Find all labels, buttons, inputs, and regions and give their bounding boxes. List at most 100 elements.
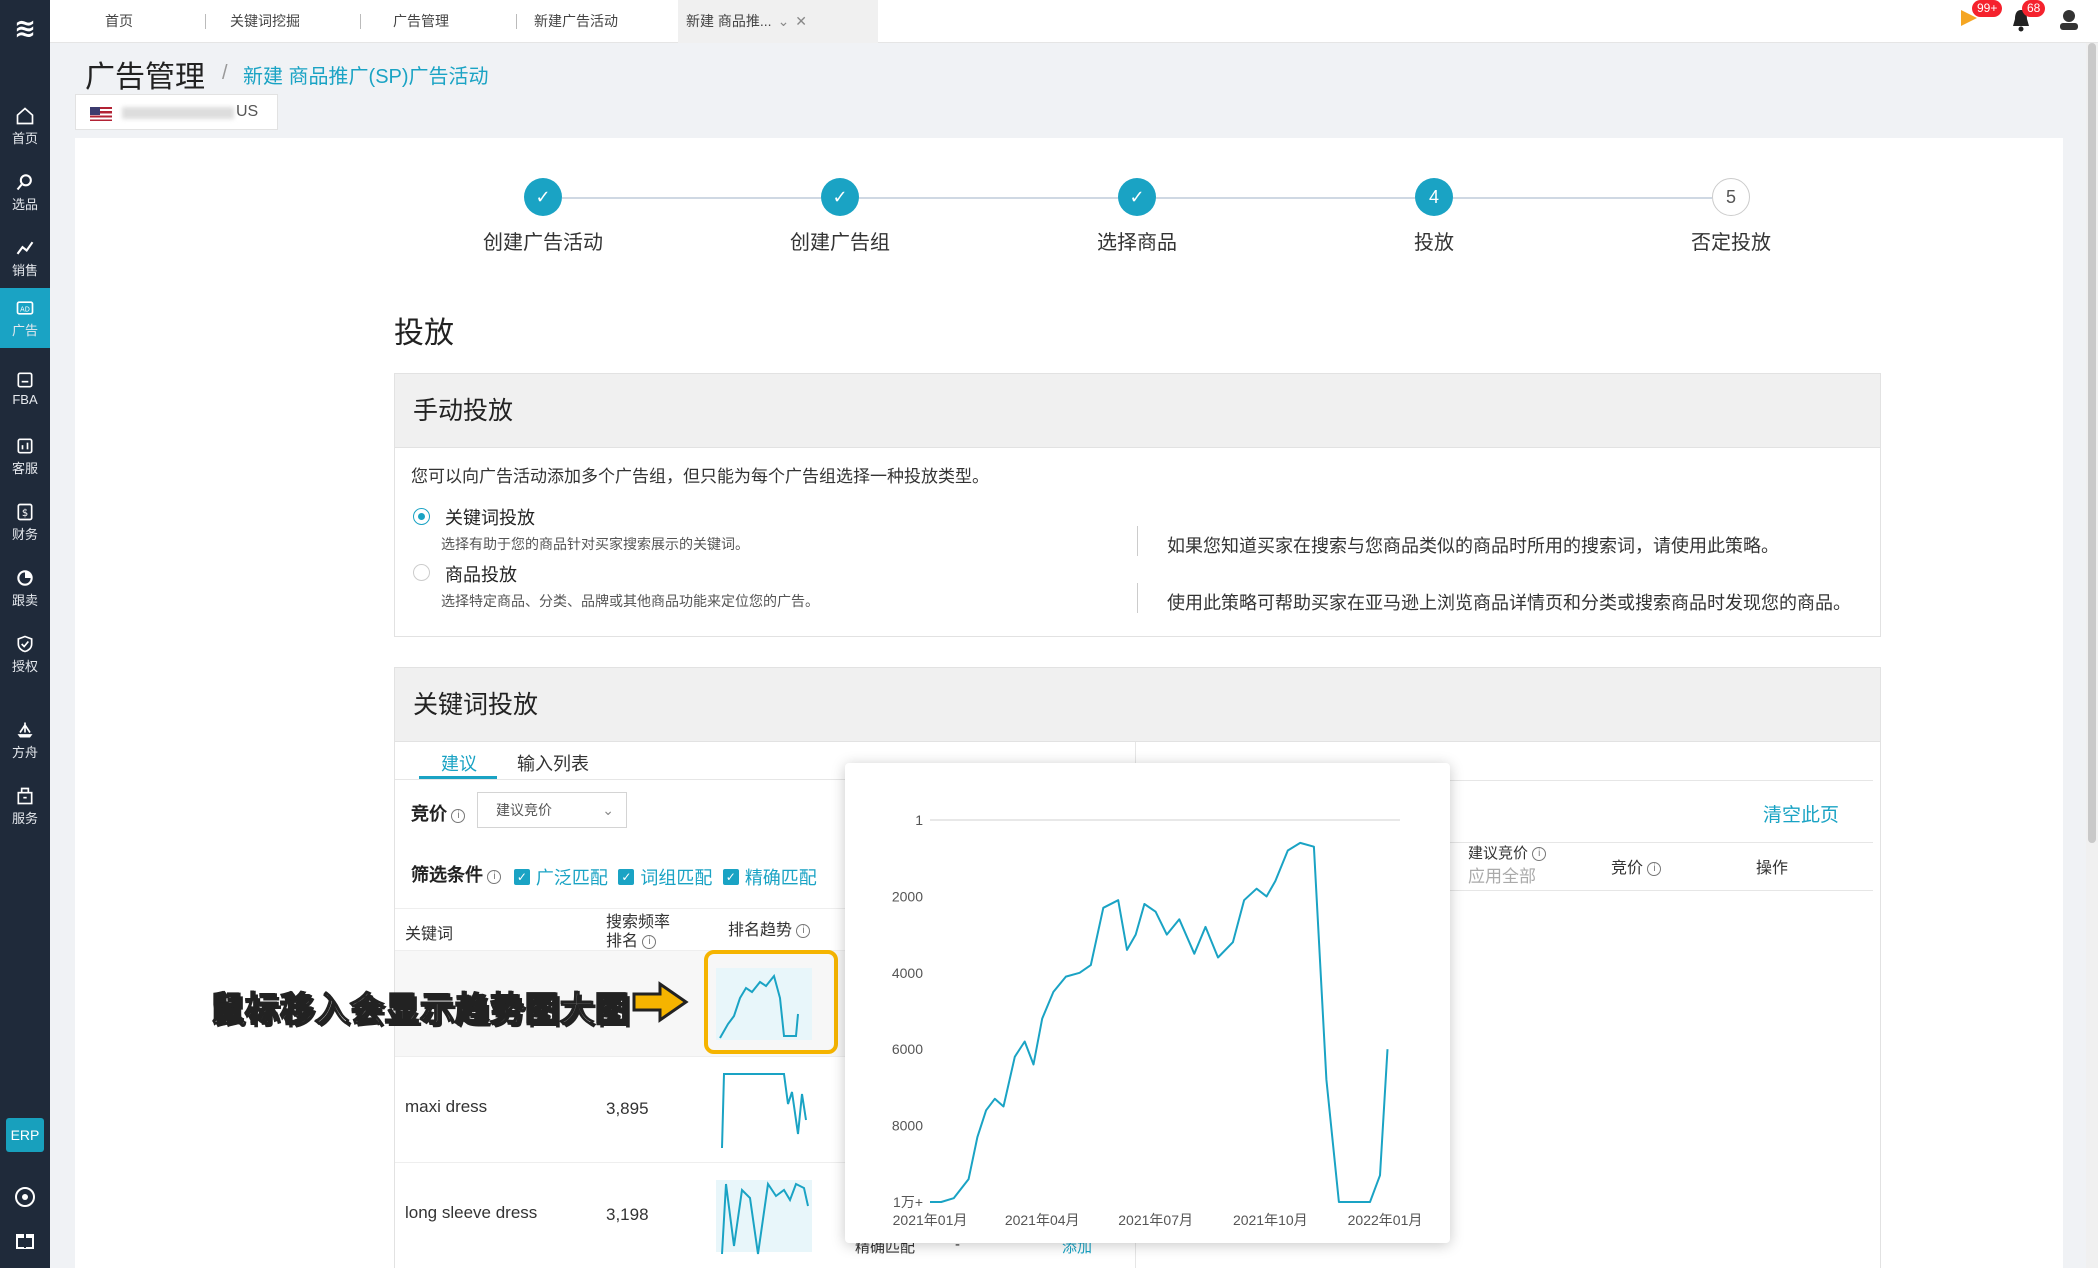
product-targeting-label[interactable]: 商品投放 — [445, 561, 517, 587]
filter-row: 筛选条件 i ✓ 广泛匹配 ✓ 词组匹配 ✓ 精确匹配 — [411, 861, 823, 890]
step-5-circle: 5 — [1712, 178, 1750, 216]
sidebar-item-label: 首页 — [11, 131, 38, 146]
info-icon[interactable]: i — [451, 808, 466, 823]
sidebar-item-label: 客服 — [11, 461, 38, 476]
y-tick-label: 1 — [915, 812, 923, 828]
exact-match-checkbox[interactable]: ✓ — [722, 868, 739, 885]
trend-sparkline[interactable] — [716, 1064, 812, 1150]
sidebar-item-5[interactable]: 客服 — [0, 426, 50, 486]
sidebar-item-1[interactable]: 选品 — [0, 162, 50, 222]
sidebar-item-0[interactable]: 首页 — [0, 96, 50, 156]
ark-icon — [17, 722, 33, 738]
sidebar-item-9[interactable]: 方舟 — [0, 710, 50, 770]
col-search-rank: 排名 i — [606, 927, 657, 951]
step-4-label: 投放 — [1414, 232, 1454, 254]
chevron-down-icon[interactable]: ⌄ — [778, 13, 790, 29]
clear-page-link[interactable]: 清空此页 — [1763, 800, 1839, 827]
sidebar-item-label: 广告 — [11, 323, 38, 338]
broad-match-checkbox[interactable]: ✓ — [513, 868, 530, 885]
support-icon[interactable] — [13, 1185, 37, 1209]
trend-chart-popup: 1 2000 4000 6000 8000 1万+ 2021年01月 2021年04月 2021… — [845, 763, 1450, 1243]
arrow-right-icon — [632, 981, 689, 1023]
exact-match-label[interactable]: 精确匹配 — [745, 868, 817, 888]
sidebar-item-label: 跟卖 — [11, 593, 38, 608]
step-1-circle: ✓ — [524, 178, 562, 216]
rank-trend-line — [930, 841, 1389, 1203]
section-title: 投放 — [394, 317, 454, 350]
bid-type-select[interactable]: 建议竞价 ⌄ — [477, 792, 627, 828]
info-icon[interactable]: i — [1647, 861, 1662, 876]
us-flag-icon — [90, 107, 112, 121]
pie-icon — [17, 570, 33, 586]
info-icon[interactable]: i — [796, 923, 811, 938]
svg-text:$: $ — [22, 508, 28, 519]
home-icon — [16, 107, 34, 125]
x-tick-label: 2021年01月 — [893, 1212, 968, 1228]
phrase-match-label[interactable]: 词组匹配 — [640, 868, 712, 888]
sidebar-item-10[interactable]: 服务 — [0, 776, 50, 836]
sidebar-item-label: 财务 — [11, 527, 38, 542]
trend-sparkline[interactable] — [716, 1170, 812, 1256]
user-avatar-icon[interactable] — [2056, 6, 2082, 32]
gift-icon[interactable] — [13, 1228, 37, 1252]
sidebar-item-8[interactable]: 授权 — [0, 624, 50, 684]
step-3-label: 选择商品 — [1097, 232, 1177, 254]
annotation-caption: 鼠标移入会显示趋势图大图 — [209, 990, 630, 1030]
y-tick-label: 1万+ — [893, 1194, 923, 1210]
product-targeting-desc: 选择特定商品、分类、品牌或其他商品功能来定位您的广告。 — [441, 593, 819, 609]
product-targeting-radio[interactable] — [413, 564, 430, 581]
phrase-match-checkbox[interactable]: ✓ — [618, 868, 635, 885]
sidebar-item-label: 销售 — [11, 263, 38, 278]
panel-title: 关键词投放 — [395, 668, 1880, 742]
step-5-label: 否定投放 — [1691, 232, 1771, 254]
keyword-rank: 3,895 — [606, 1099, 649, 1118]
sidebar-item-2[interactable]: 销售 — [0, 228, 50, 288]
tab-input-list[interactable]: 输入列表 — [517, 750, 589, 776]
sidebar-item-label: FBA — [12, 392, 38, 407]
col-bid-label: 竞价 — [1611, 860, 1644, 877]
tab-home[interactable]: 首页 — [105, 0, 133, 43]
sidebar: ≋ 首页选品销售 AD 广告 FBA 客服 $ 财务跟卖授权方舟 服务 ERP — [0, 0, 50, 1268]
info-icon[interactable]: i — [642, 934, 657, 949]
x-tick-label: 2022年01月 — [1348, 1212, 1423, 1228]
keyword-text: long sleeve dress — [405, 1203, 538, 1222]
tab-keyword-mining[interactable]: 关键词挖掘 — [230, 0, 300, 43]
page-title: 广告管理 — [85, 61, 205, 94]
apply-all-link[interactable]: 应用全部 — [1468, 862, 1536, 887]
shield-icon — [17, 635, 33, 653]
shop-selector[interactable]: US — [75, 94, 278, 130]
tab-divider — [516, 14, 517, 29]
keyword-targeting-radio[interactable] — [413, 508, 430, 525]
panel-intro: 您可以向广告活动添加多个广告组，但只能为每个广告组选择一种投放类型。 — [411, 467, 989, 486]
col-suggested-bid: 建议竞价 i — [1468, 842, 1547, 863]
shop-name-blurred — [122, 107, 234, 119]
close-icon[interactable]: ✕ — [795, 13, 807, 29]
tab-suggested[interactable]: 建议 — [441, 750, 477, 776]
col-suggested-bid-label: 建议竞价 — [1468, 845, 1529, 862]
step-1-label: 创建广告活动 — [483, 232, 603, 254]
sidebar-item-3[interactable]: AD 广告 — [0, 288, 50, 348]
bid-label: 竞价 — [411, 804, 447, 824]
app-logo[interactable]: ≋ — [9, 12, 41, 44]
sidebar-item-4[interactable]: FBA — [0, 360, 50, 420]
broad-match-label[interactable]: 广泛匹配 — [536, 868, 608, 888]
product-targeting-hint: 使用此策略可帮助买家在亚马逊上浏览商品详情页和分类或搜索商品时发现您的商品。 — [1167, 593, 1851, 613]
info-icon[interactable]: i — [1532, 847, 1547, 862]
info-icon[interactable]: i — [487, 869, 502, 884]
filter-label: 筛选条件 — [411, 865, 483, 885]
panel-title: 手动投放 — [395, 374, 1880, 448]
rank-trend-chart: 1 2000 4000 6000 8000 1万+ 2021年01月 2021年04月 2021… — [892, 812, 1423, 1228]
sidebar-item-6[interactable]: $ 财务 — [0, 492, 50, 552]
col-rank-trend-label: 排名趋势 — [728, 922, 793, 939]
y-tick-label: 2000 — [892, 888, 923, 904]
scrollbar-thumb[interactable] — [2088, 43, 2096, 843]
breadcrumb-current[interactable]: 新建 商品推广(SP)广告活动 — [243, 60, 489, 89]
tab-new-sp-campaign[interactable]: 新建 商品推... ⌄ ✕ — [678, 0, 878, 43]
divider — [1137, 526, 1138, 556]
sidebar-item-7[interactable]: 跟卖 — [0, 558, 50, 618]
tab-ad-management[interactable]: 广告管理 — [393, 0, 449, 43]
tab-new-campaign[interactable]: 新建广告活动 — [534, 0, 618, 43]
keyword-targeting-label[interactable]: 关键词投放 — [445, 504, 535, 530]
tab-label: 新建 商品推... — [686, 13, 772, 29]
erp-button[interactable]: ERP — [6, 1118, 44, 1152]
